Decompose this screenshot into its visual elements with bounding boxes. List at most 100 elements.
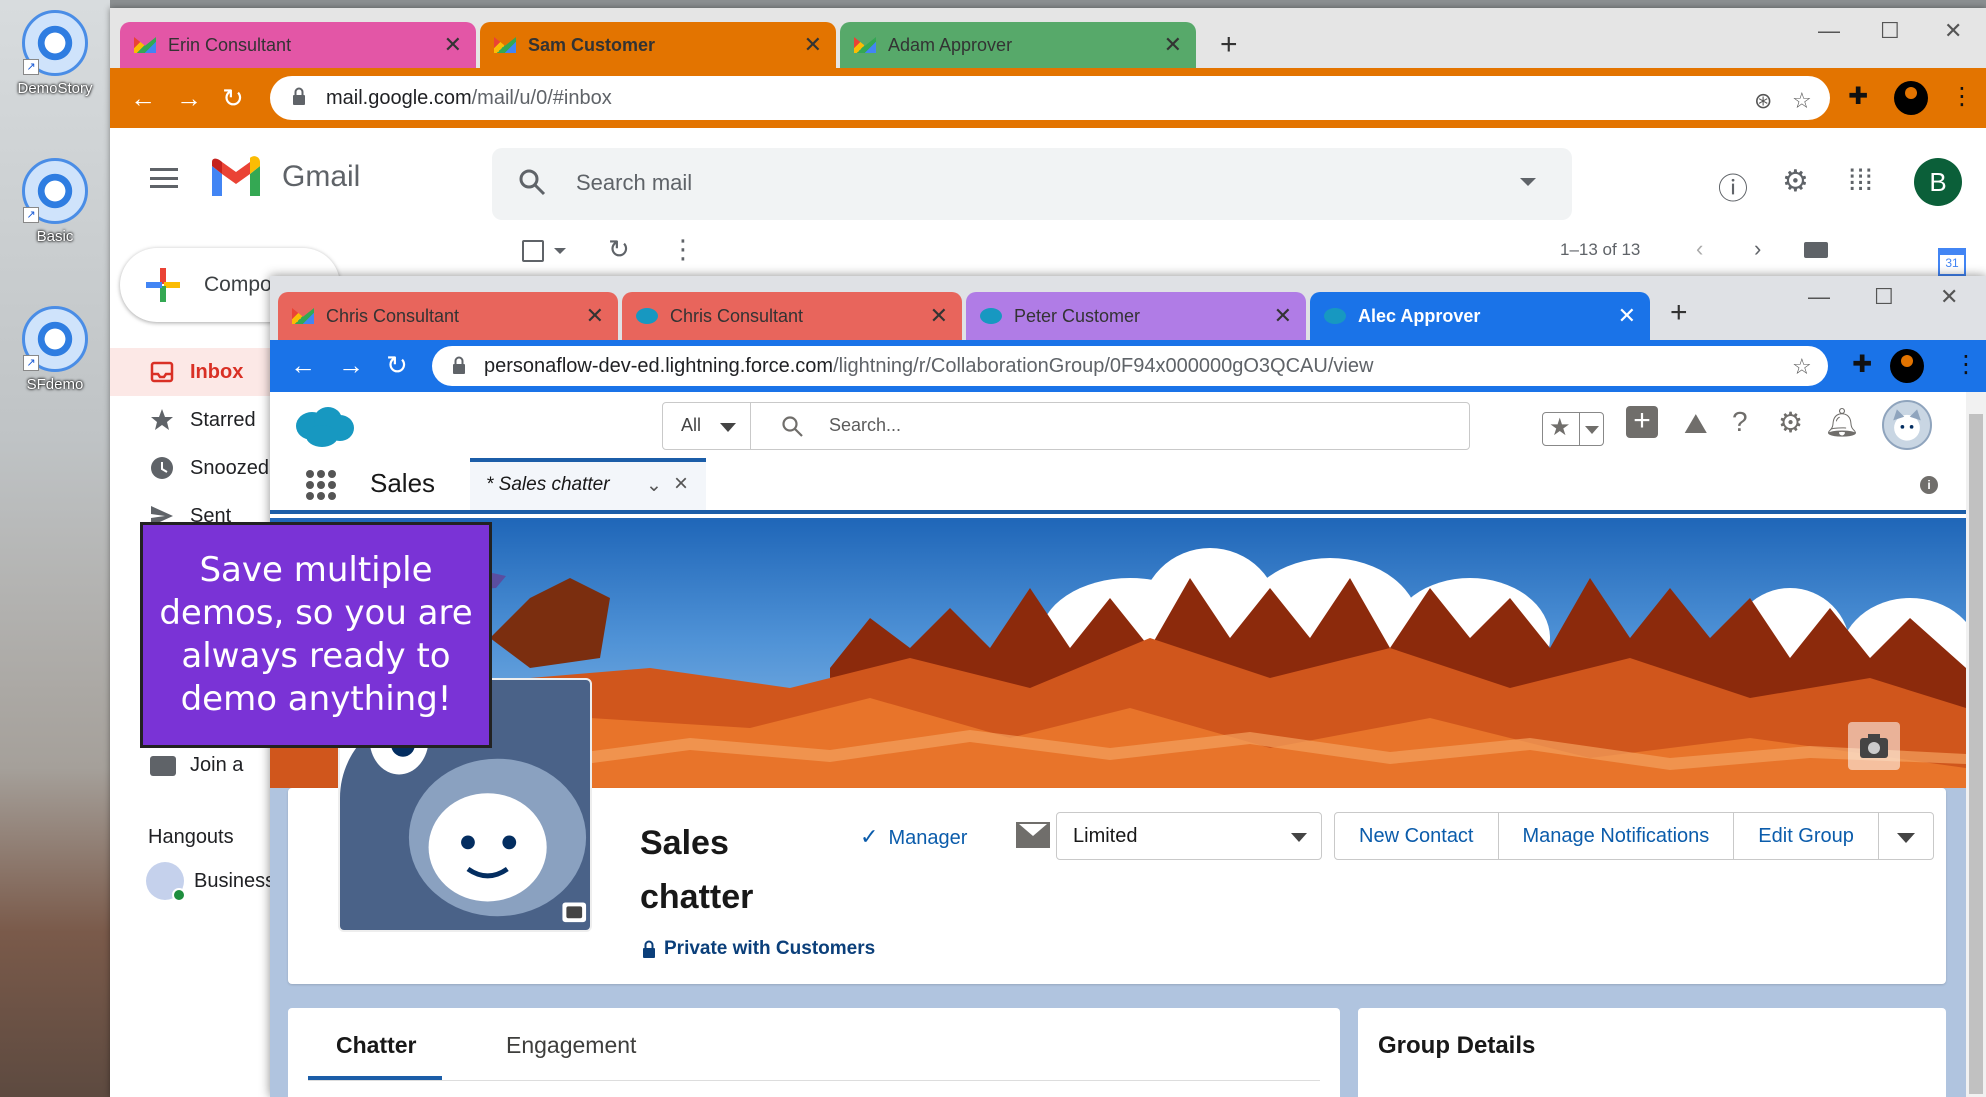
user-avatar[interactable] [1882,400,1932,450]
hangouts-user-name[interactable]: Business [194,870,275,893]
minimize-icon[interactable]: — [1808,284,1830,310]
desktop-shortcut-basic[interactable]: ↗ Basic [6,158,104,245]
membership-status[interactable]: ✓ Manager [860,824,967,850]
url-field[interactable]: mail.google.com/mail/u/0/#inbox ⊛ ☆ [270,76,1830,120]
forward-icon[interactable]: → [176,83,202,114]
reload-icon[interactable]: ↻ [386,350,408,381]
browser-tab-chris-salesforce[interactable]: Chris Consultant ✕ [622,292,962,340]
close-tab-icon[interactable]: ✕ [930,303,948,329]
chevron-down-icon [1585,426,1599,434]
favorites-button[interactable]: ★ [1542,412,1604,446]
info-icon[interactable]: i [1920,476,1938,494]
chevron-down-icon[interactable]: ⌄ [646,474,662,497]
url-field[interactable]: personaflow-dev-ed.lightning.force.com/l… [432,346,1828,386]
scrollbar[interactable] [1966,392,1986,1097]
email-frequency-select[interactable]: Limited [1056,812,1322,860]
tab-title: Alec Approver [1358,305,1481,326]
select-dropdown-icon[interactable] [554,248,566,254]
main-menu-icon[interactable] [150,168,178,188]
calendar-icon[interactable]: 31 [1938,248,1966,276]
scrollbar-thumb[interactable] [1969,414,1983,1094]
minimize-icon[interactable]: — [1818,18,1840,44]
salesforce-logo-icon[interactable] [292,404,356,448]
profile-icon[interactable] [1894,81,1928,115]
app-launcher-icon[interactable] [306,470,336,500]
close-tab-icon[interactable]: ✕ [586,303,604,329]
search-scope-select[interactable]: All [663,403,751,449]
gmail-favicon-icon [292,308,314,324]
help-icon[interactable]: ? [1732,406,1748,438]
trailhead-icon[interactable]: ⛰ [1684,408,1708,441]
search-options-icon[interactable] [1520,178,1536,186]
new-contact-button[interactable]: New Contact [1335,813,1499,859]
close-tab-icon[interactable]: ✕ [444,32,462,58]
more-icon[interactable]: ⋮ [670,234,696,265]
search-mail-input[interactable]: Search mail [492,148,1572,220]
bookmark-star-icon[interactable]: ☆ [1792,354,1812,380]
extensions-icon[interactable]: ✚ [1848,82,1868,111]
extensions-icon[interactable]: ✚ [1852,350,1872,379]
forward-icon[interactable]: → [338,350,364,381]
reload-icon[interactable]: ↻ [222,83,244,114]
help-icon[interactable]: ⓘ [1718,164,1748,208]
tab-chatter[interactable]: Chatter [336,1032,417,1059]
manage-notifications-button[interactable]: Manage Notifications [1499,813,1735,859]
close-tab-icon[interactable]: × [674,470,688,498]
maximize-icon[interactable]: ☐ [1874,284,1894,310]
new-tab-icon[interactable]: + [1670,296,1688,330]
install-app-icon[interactable]: ⊛ [1754,88,1772,114]
desktop-shortcut-label: DemoStory [17,80,93,97]
menu-dots-icon[interactable]: ⋮ [1954,350,1978,379]
menu-dots-icon[interactable]: ⋮ [1950,82,1974,111]
browser-tab-sam[interactable]: Sam Customer ✕ [480,22,836,68]
global-create-icon[interactable]: + [1626,406,1658,438]
change-banner-button[interactable] [1848,722,1900,770]
tab-engagement[interactable]: Engagement [506,1032,636,1059]
browser-tab-erin[interactable]: Erin Consultant ✕ [120,22,476,68]
join-meeting-link[interactable]: Join a [190,754,243,777]
search-icon[interactable] [518,168,546,196]
new-tab-icon[interactable]: + [1220,28,1238,62]
pagination-label: 1–13 of 13 [1560,240,1641,259]
settings-gear-icon[interactable]: ⚙ [1782,164,1809,199]
hangouts-user-avatar[interactable] [146,862,186,902]
workspace-tab-sales-chatter[interactable]: * Sales chatter ⌄ × [470,458,706,510]
maximize-icon[interactable]: ☐ [1880,18,1900,44]
notifications-bell-icon[interactable]: 🔔︎ [1824,406,1860,439]
setup-gear-icon[interactable]: ⚙ [1778,406,1803,439]
close-tab-icon[interactable]: ✕ [1274,303,1292,329]
back-icon[interactable]: ← [290,350,316,381]
inbox-icon [150,361,174,383]
desktop-shortcut-sfdemo[interactable]: ↗ SFdemo [6,306,104,393]
desktop-shortcut-demostory[interactable]: ↗ DemoStory [6,10,104,97]
salesforce-favicon-icon [636,308,658,324]
close-tab-icon[interactable]: ✕ [804,32,822,58]
browser-tab-peter[interactable]: Peter Customer ✕ [966,292,1306,340]
profile-icon[interactable] [1890,349,1924,383]
tab-title: Chris Consultant [326,305,460,326]
bookmark-star-icon[interactable]: ☆ [1792,88,1812,114]
more-actions-dropdown[interactable] [1879,813,1933,859]
close-tab-icon[interactable]: ✕ [1164,32,1182,58]
tab-title: Erin Consultant [168,34,292,55]
tab-strip: Chris Consultant ✕ Chris Consultant ✕ Pe… [270,276,1986,340]
keyboard-icon[interactable] [1804,242,1828,258]
browser-tab-chris-gmail[interactable]: Chris Consultant ✕ [278,292,618,340]
gmail-logo-icon[interactable] [208,154,264,196]
search-input[interactable]: Search... [829,415,901,436]
back-icon[interactable]: ← [130,83,156,114]
prev-page-icon[interactable]: ‹ [1696,236,1703,262]
browser-tab-alec[interactable]: Alec Approver ✕ [1310,292,1650,340]
account-avatar[interactable]: B [1914,158,1962,206]
close-window-icon[interactable]: ✕ [1944,18,1962,44]
close-tab-icon[interactable]: ✕ [1618,303,1636,329]
star-icon [151,409,173,430]
apps-grid-icon[interactable]: ⁞⁞⁞ [1848,164,1873,198]
edit-group-button[interactable]: Edit Group [1734,813,1879,859]
record-page: Sales chatter Private with Customers ✓ Ma… [270,518,1966,1097]
refresh-icon[interactable]: ↻ [608,234,630,265]
next-page-icon[interactable]: › [1754,236,1761,262]
select-all-checkbox[interactable] [522,240,544,262]
browser-tab-adam[interactable]: Adam Approver ✕ [840,22,1196,68]
close-window-icon[interactable]: ✕ [1940,284,1958,310]
